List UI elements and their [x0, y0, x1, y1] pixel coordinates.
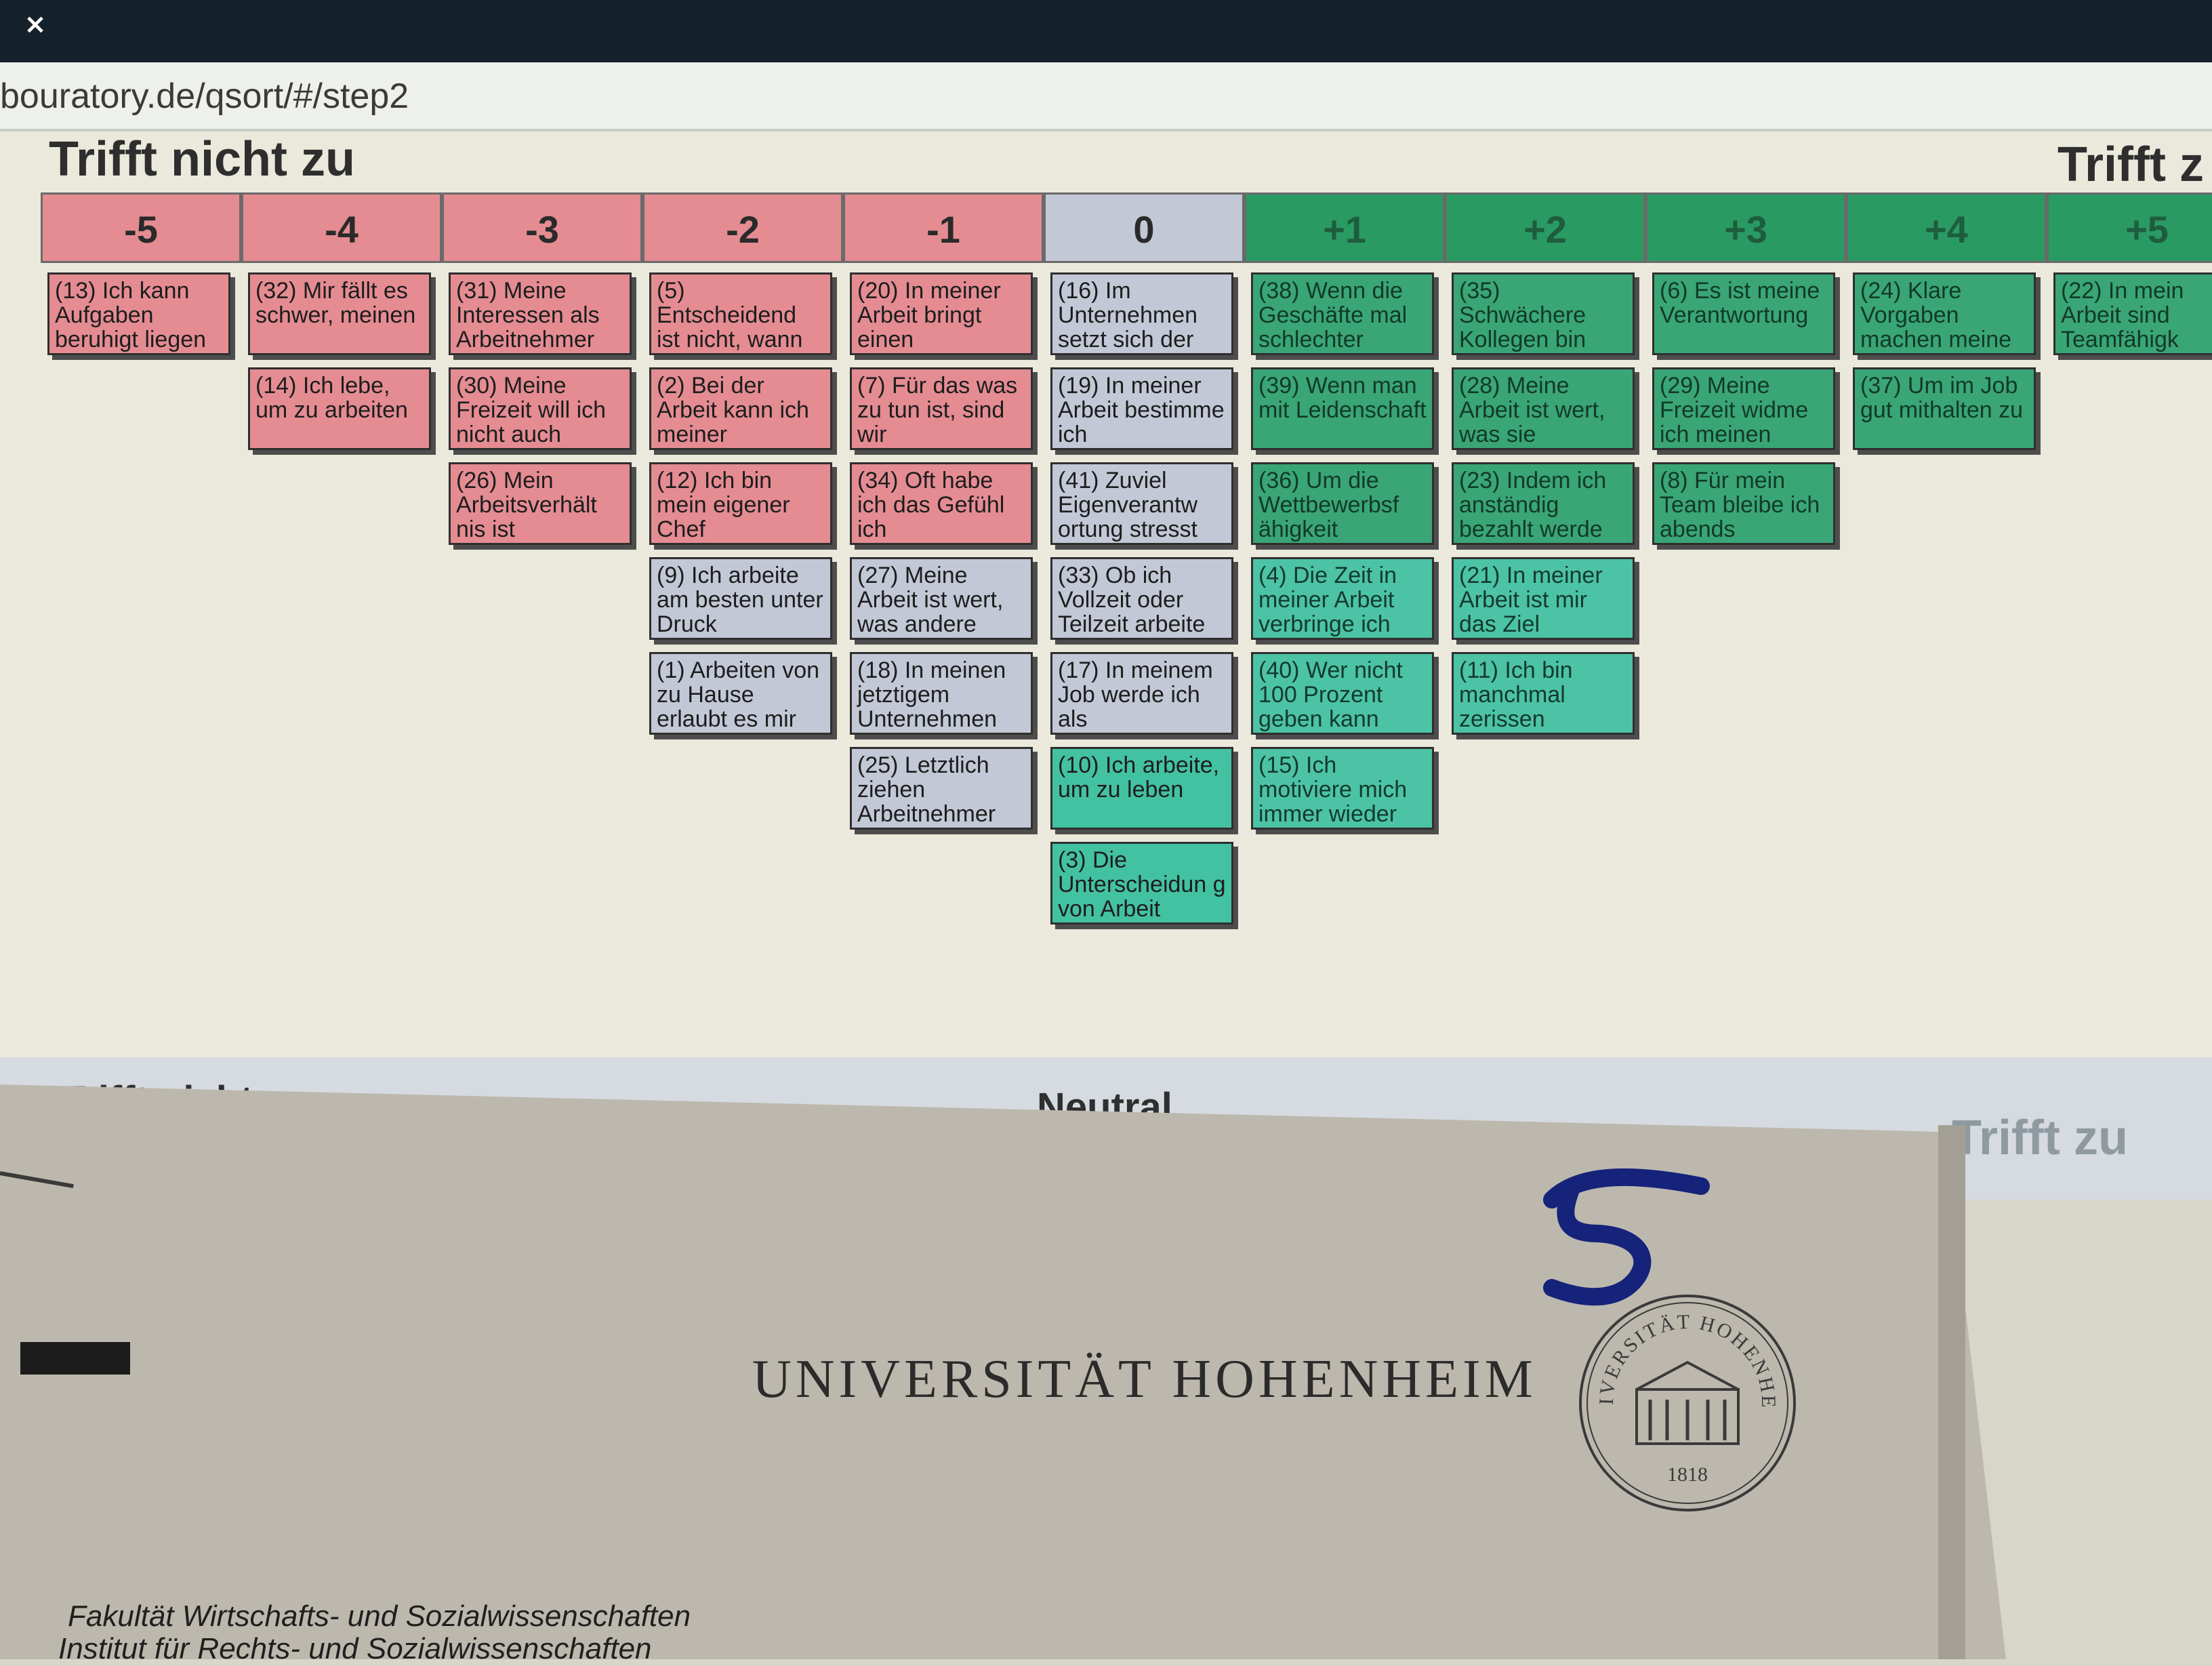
qsort-column: -3 (31) Meine Interessen als Arbeitnehmer…: [442, 192, 642, 557]
statement-card[interactable]: (13) Ich kann Aufgaben beruhigt liegen: [47, 272, 230, 355]
statement-card[interactable]: (41) Zuviel Eigenverantw ortung stresst: [1050, 462, 1233, 545]
statement-card[interactable]: (10) Ich arbeite, um zu leben: [1050, 747, 1233, 830]
card-stack: (35) Schwächere Kollegen bin (28) Meine A…: [1445, 263, 1645, 735]
qsort-column: +4 (24) Klare Vorgaben machen meine (37) U…: [1846, 192, 2047, 462]
card-stack: (6) Es ist meine Verantwortung (29) Meine…: [1645, 263, 1846, 545]
qsort-column: -2 (5) Entscheidend ist nicht, wann (2) Be…: [642, 192, 843, 747]
statement-card[interactable]: (11) Ich bin manchmal zerissen: [1452, 652, 1635, 735]
qsort-grid: -5 (13) Ich kann Aufgaben beruhigt liegen…: [41, 192, 2212, 1074]
statement-card[interactable]: (21) In meiner Arbeit ist mir das Ziel: [1452, 557, 1635, 640]
statement-card[interactable]: (1) Arbeiten von zu Hause erlaubt es mir: [649, 652, 832, 735]
card-stack: (24) Klare Vorgaben machen meine (37) Um …: [1846, 263, 2047, 450]
statement-card[interactable]: (24) Klare Vorgaben machen meine: [1853, 272, 2036, 355]
statement-card[interactable]: (9) Ich arbeite am besten unter Druck: [649, 557, 832, 640]
close-icon[interactable]: ×: [20, 9, 50, 39]
statement-card[interactable]: (40) Wer nicht 100 Prozent geben kann: [1251, 652, 1434, 735]
card-stack: (31) Meine Interessen als Arbeitnehmer (3…: [442, 263, 642, 545]
column-header: +1: [1244, 192, 1445, 263]
statement-card[interactable]: (3) Die Unterscheidun g von Arbeit: [1050, 842, 1233, 925]
qsort-column: +2 (35) Schwächere Kollegen bin (28) Meine…: [1445, 192, 1645, 747]
column-header: 0: [1044, 192, 1244, 263]
card-stack: (20) In meiner Arbeit bringt einen (7) Fü…: [843, 263, 1044, 830]
column-header: -5: [41, 192, 241, 263]
statement-card[interactable]: (23) Indem ich anständig bezahlt werde: [1452, 462, 1635, 545]
statement-card[interactable]: (17) In meinem Job werde ich als: [1050, 652, 1233, 735]
column-header: +3: [1645, 192, 1846, 263]
statement-card[interactable]: (29) Meine Freizeit widme ich meinen: [1652, 367, 1835, 450]
qsort-page: Trifft nicht zu Trifft z -5 (13) Ich kann…: [0, 131, 2212, 1057]
url-text[interactable]: bouratory.de/qsort/#/step2: [0, 76, 409, 117]
statement-card[interactable]: (8) Für mein Team bleibe ich abends: [1652, 462, 1835, 545]
statement-card[interactable]: (2) Bei der Arbeit kann ich meiner: [649, 367, 832, 450]
statement-card[interactable]: (14) Ich lebe, um zu arbeiten: [248, 367, 431, 450]
statement-card[interactable]: (4) Die Zeit in meiner Arbeit verbringe …: [1251, 557, 1434, 640]
column-header: -3: [442, 192, 642, 263]
column-header: -4: [241, 192, 442, 263]
column-header: -1: [843, 192, 1044, 263]
university-name: UNIVERSITÄT HOHENHEIM: [752, 1349, 1537, 1409]
column-header: -2: [642, 192, 843, 263]
card-stack: (32) Mir fällt es schwer, meinen (14) Ich…: [241, 263, 442, 450]
qsort-column: 0 (16) Im Unternehmen setzt sich der (19) …: [1044, 192, 1244, 937]
statement-card[interactable]: (22) In mein Arbeit sind Teamfähigk: [2053, 272, 2212, 355]
faculty-name: Fakultät Wirtschafts- und Sozialwissensc…: [68, 1600, 691, 1633]
statement-card[interactable]: (32) Mir fällt es schwer, meinen: [248, 272, 431, 355]
column-header: +5: [2047, 192, 2212, 263]
column-header: +2: [1445, 192, 1645, 263]
card-stack: (13) Ich kann Aufgaben beruhigt liegen: [41, 263, 241, 355]
qsort-column: -1 (20) In meiner Arbeit bringt einen (7) …: [843, 192, 1044, 842]
qsort-column: -5 (13) Ich kann Aufgaben beruhigt liegen: [41, 192, 241, 367]
university-seal: UNIVERSITÄT HOHENHEIM 1818: [1572, 1288, 1796, 1511]
statement-card[interactable]: (35) Schwächere Kollegen bin: [1452, 272, 1635, 355]
statement-card[interactable]: (33) Ob ich Vollzeit oder Teilzeit arbei…: [1050, 557, 1233, 640]
statement-card[interactable]: (12) Ich bin mein eigener Chef: [649, 462, 832, 545]
qsort-column: -4 (32) Mir fällt es schwer, meinen (14) I…: [241, 192, 442, 462]
statement-card[interactable]: (20) In meiner Arbeit bringt einen: [850, 272, 1033, 355]
statement-card[interactable]: (25) Letztlich ziehen Arbeitnehmer: [850, 747, 1033, 830]
pen-tip: [0, 1171, 74, 1189]
statement-card[interactable]: (7) Für das was zu tun ist, sind wir: [850, 367, 1033, 450]
statement-card[interactable]: (30) Meine Freizeit will ich nicht auch: [449, 367, 632, 450]
statement-card[interactable]: (39) Wenn man mit Leidenschaft: [1251, 367, 1434, 450]
statement-card[interactable]: (19) In meiner Arbeit bestimme ich: [1050, 367, 1233, 450]
card-stack: (22) In mein Arbeit sind Teamfähigk: [2047, 263, 2212, 355]
statement-card[interactable]: (6) Es ist meine Verantwortung: [1652, 272, 1835, 355]
statement-card[interactable]: (18) In meinen jetztigem Unternehmen: [850, 652, 1033, 735]
statement-card[interactable]: (34) Oft habe ich das Gefühl ich: [850, 462, 1033, 545]
statement-card[interactable]: (37) Um im Job gut mithalten zu: [1853, 367, 2036, 450]
column-header: +4: [1846, 192, 2047, 263]
institute-name: Institut für Rechts- und Sozialwissensch…: [58, 1632, 652, 1665]
statement-card[interactable]: (31) Meine Interessen als Arbeitnehmer: [449, 272, 632, 355]
qsort-column: +5 (22) In mein Arbeit sind Teamfähigk: [2047, 192, 2212, 367]
statement-card[interactable]: (5) Entscheidend ist nicht, wann: [649, 272, 832, 355]
seal-year: 1818: [1667, 1463, 1708, 1486]
black-bar-mark: [20, 1342, 130, 1375]
paper-edge: [1938, 1125, 1965, 1659]
statement-card[interactable]: (38) Wenn die Geschäfte mal schlechter: [1251, 272, 1434, 355]
heading-disagree: Trifft nicht zu: [49, 132, 355, 186]
statement-card[interactable]: (26) Mein Arbeitsverhält nis ist: [449, 462, 632, 545]
statement-card[interactable]: (16) Im Unternehmen setzt sich der: [1050, 272, 1233, 355]
statement-card[interactable]: (36) Um die Wettbewerbsf ähigkeit: [1251, 462, 1434, 545]
card-stack: (38) Wenn die Geschäfte mal schlechter (3…: [1244, 263, 1445, 830]
letterhead-paper: UNIVERSITÄT HOHENHEIM UNIVERSITÄT HOHENH…: [0, 1084, 2006, 1659]
browser-titlebar: ×: [0, 0, 2212, 62]
card-stack: (16) Im Unternehmen setzt sich der (19) I…: [1044, 263, 1244, 925]
qsort-column: +3 (6) Es ist meine Verantwortung (29) Mei…: [1645, 192, 1846, 557]
statement-card[interactable]: (15) Ich motiviere mich immer wieder: [1251, 747, 1434, 830]
footer-agree-label: Trifft zu: [1952, 1111, 2128, 1165]
statement-card[interactable]: (27) Meine Arbeit ist wert, was andere: [850, 557, 1033, 640]
card-stack: (5) Entscheidend ist nicht, wann (2) Bei …: [642, 263, 843, 735]
heading-agree: Trifft z: [2057, 138, 2204, 192]
address-bar[interactable]: bouratory.de/qsort/#/step2: [0, 62, 2212, 131]
qsort-column: +1 (38) Wenn die Geschäfte mal schlechter…: [1244, 192, 1445, 842]
statement-card[interactable]: (28) Meine Arbeit ist wert, was sie: [1452, 367, 1635, 450]
